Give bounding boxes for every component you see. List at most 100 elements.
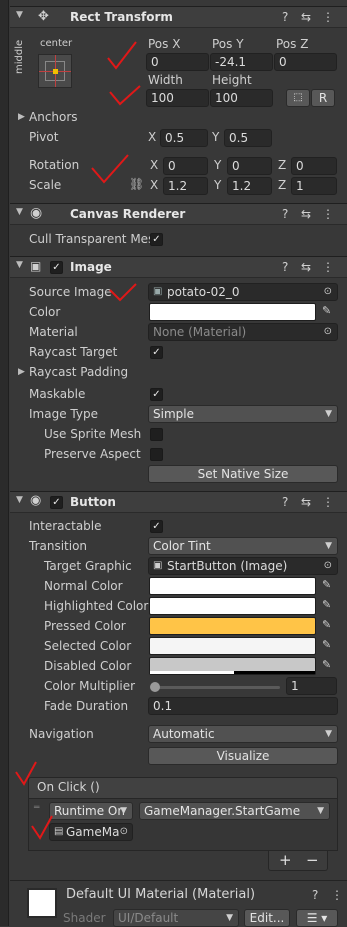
navigation-dropdown[interactable]: Automatic ▼ bbox=[148, 725, 338, 743]
visualize-button[interactable]: Visualize bbox=[148, 747, 338, 765]
rotation-x-field[interactable]: 0 bbox=[163, 157, 208, 175]
color-multiplier-field[interactable]: 1 bbox=[286, 677, 337, 695]
anchors-fold-icon[interactable]: ▶ bbox=[18, 112, 25, 122]
set-native-size-button[interactable]: Set Native Size bbox=[148, 465, 338, 483]
raw-edit-button[interactable]: R bbox=[311, 89, 335, 107]
raycast-target-checkbox[interactable]: ✓ bbox=[150, 346, 163, 359]
more-options-icon[interactable]: ⋮ bbox=[331, 888, 343, 902]
more-options-icon[interactable]: ⋮ bbox=[322, 260, 334, 274]
color-multiplier-slider-thumb[interactable] bbox=[150, 682, 160, 692]
object-picker-icon[interactable]: ⊙ bbox=[324, 324, 332, 340]
image-type-dropdown[interactable]: Simple ▼ bbox=[148, 405, 338, 423]
selected-color-swatch[interactable] bbox=[149, 637, 316, 655]
more-options-icon[interactable]: ⋮ bbox=[322, 10, 334, 24]
runtime-value: Runtime On bbox=[54, 804, 125, 818]
blueprint-mode-button[interactable]: ⬚ bbox=[286, 89, 310, 107]
canvas-renderer-header[interactable]: ▼ ◉ Canvas Renderer ? ⇆ ⋮ bbox=[10, 203, 347, 225]
use-sprite-mesh-checkbox[interactable] bbox=[150, 428, 163, 441]
maskable-label: Maskable bbox=[29, 387, 86, 401]
fold-arrow-icon[interactable]: ▼ bbox=[16, 495, 23, 505]
normal-color-swatch[interactable] bbox=[149, 577, 316, 595]
pivot-y-field[interactable]: 0.5 bbox=[224, 129, 272, 147]
presets-icon[interactable]: ⇆ bbox=[301, 495, 311, 509]
fold-arrow-icon[interactable]: ▼ bbox=[16, 207, 23, 217]
runtime-dropdown[interactable]: Runtime On ▼ bbox=[49, 802, 133, 820]
pos-y-field[interactable]: -24.1 bbox=[210, 53, 273, 71]
help-icon[interactable]: ? bbox=[282, 260, 288, 274]
image-enabled-checkbox[interactable]: ✓ bbox=[50, 261, 63, 274]
pivot-x-field[interactable]: 0.5 bbox=[160, 129, 208, 147]
eyedropper-icon[interactable]: ✎ bbox=[322, 578, 331, 591]
fold-arrow-icon[interactable]: ▼ bbox=[16, 10, 23, 20]
material-field[interactable]: None (Material) ⊙ bbox=[148, 323, 338, 341]
eyedropper-icon[interactable]: ✎ bbox=[322, 638, 331, 651]
pos-y-label: Pos Y bbox=[212, 37, 244, 51]
shader-dropdown[interactable]: UI/Default ▼ bbox=[113, 909, 239, 927]
fold-arrow-icon[interactable]: ▼ bbox=[16, 260, 23, 270]
scale-x-field[interactable]: 1.2 bbox=[163, 177, 208, 195]
object-picker-icon[interactable]: ⊙ bbox=[120, 824, 128, 840]
sprite-icon: ▣ bbox=[153, 286, 163, 297]
width-field[interactable]: 100 bbox=[146, 89, 209, 107]
raycast-padding-fold-icon[interactable]: ▶ bbox=[18, 367, 25, 377]
color-multiplier-slider-track[interactable] bbox=[154, 686, 280, 689]
chevron-down-icon: ▼ bbox=[325, 541, 332, 551]
more-options-icon[interactable]: ⋮ bbox=[322, 207, 334, 221]
alpha-bar-dark bbox=[234, 671, 315, 674]
anchor-presets-button[interactable] bbox=[38, 54, 72, 88]
presets-icon[interactable]: ⇆ bbox=[301, 10, 311, 24]
scale-z-field[interactable]: 1 bbox=[291, 177, 337, 195]
help-icon[interactable]: ? bbox=[312, 888, 318, 902]
alpha-bar-light bbox=[150, 671, 234, 674]
add-listener-button[interactable]: + bbox=[279, 851, 292, 869]
eyedropper-icon[interactable]: ✎ bbox=[322, 598, 331, 611]
presets-icon[interactable]: ⇆ bbox=[301, 207, 311, 221]
target-graphic-field[interactable]: ▣ StartButton (Image) ⊙ bbox=[148, 557, 338, 575]
presets-icon[interactable]: ⇆ bbox=[301, 260, 311, 274]
button-title: Button bbox=[70, 495, 116, 509]
pos-x-field[interactable]: 0 bbox=[146, 53, 209, 71]
constrain-proportions-icon[interactable]: ⛓ bbox=[129, 177, 144, 191]
pos-z-field[interactable]: 0 bbox=[274, 53, 337, 71]
button-enabled-checkbox[interactable]: ✓ bbox=[50, 496, 63, 509]
rect-transform-icon: ✥ bbox=[38, 9, 49, 24]
target-object-field[interactable]: ▤ GameMa ⊙ bbox=[49, 823, 133, 841]
highlighted-color-swatch[interactable] bbox=[149, 597, 316, 615]
maskable-checkbox[interactable]: ✓ bbox=[150, 388, 163, 401]
cull-transparent-checkbox[interactable]: ✓ bbox=[150, 233, 163, 246]
scale-y-field[interactable]: 1.2 bbox=[227, 177, 272, 195]
interactable-checkbox[interactable]: ✓ bbox=[150, 520, 163, 533]
image-header[interactable]: ▼ ▣ ✓ Image ? ⇆ ⋮ bbox=[10, 256, 347, 278]
more-options-icon[interactable]: ⋮ bbox=[322, 495, 334, 509]
object-picker-icon[interactable]: ⊙ bbox=[324, 558, 332, 574]
preserve-aspect-checkbox[interactable] bbox=[150, 448, 163, 461]
anchors-label[interactable]: Anchors bbox=[29, 110, 78, 124]
pressed-color-swatch[interactable] bbox=[149, 617, 316, 635]
function-dropdown[interactable]: GameManager.StartGame ▼ bbox=[139, 802, 330, 820]
height-field[interactable]: 100 bbox=[210, 89, 273, 107]
pressed-color-label: Pressed Color bbox=[44, 619, 126, 633]
object-picker-icon[interactable]: ⊙ bbox=[324, 284, 332, 300]
shader-options-button[interactable]: ☰ ▾ bbox=[296, 909, 338, 927]
raycast-padding-label[interactable]: Raycast Padding bbox=[29, 365, 128, 379]
disabled-color-swatch[interactable] bbox=[149, 657, 316, 675]
source-image-field[interactable]: ▣ potato-02_0 ⊙ bbox=[148, 283, 338, 301]
transition-dropdown[interactable]: Color Tint ▼ bbox=[148, 537, 338, 555]
edit-shader-button[interactable]: Edit... bbox=[244, 909, 290, 927]
fade-duration-label: Fade Duration bbox=[44, 699, 129, 713]
eyedropper-icon[interactable]: ✎ bbox=[322, 304, 331, 317]
button-header[interactable]: ▼ ◉ ✓ Button ? ⇆ ⋮ bbox=[10, 491, 347, 513]
help-icon[interactable]: ? bbox=[282, 495, 288, 509]
fade-duration-field[interactable]: 0.1 bbox=[148, 697, 338, 715]
rect-transform-header[interactable]: ▼ ✥ Rect Transform ? ⇆ ⋮ bbox=[10, 6, 347, 28]
help-icon[interactable]: ? bbox=[282, 207, 288, 221]
rotation-y-field[interactable]: 0 bbox=[227, 157, 272, 175]
image-color-swatch[interactable] bbox=[149, 303, 316, 321]
remove-listener-button[interactable]: − bbox=[306, 851, 319, 869]
rotation-z-field[interactable]: 0 bbox=[291, 157, 337, 175]
help-icon[interactable]: ? bbox=[282, 10, 288, 24]
eyedropper-icon[interactable]: ✎ bbox=[322, 618, 331, 631]
material-title: Default UI Material (Material) bbox=[66, 887, 256, 902]
drag-handle-icon[interactable]: ═ bbox=[34, 803, 39, 813]
eyedropper-icon[interactable]: ✎ bbox=[322, 658, 331, 671]
